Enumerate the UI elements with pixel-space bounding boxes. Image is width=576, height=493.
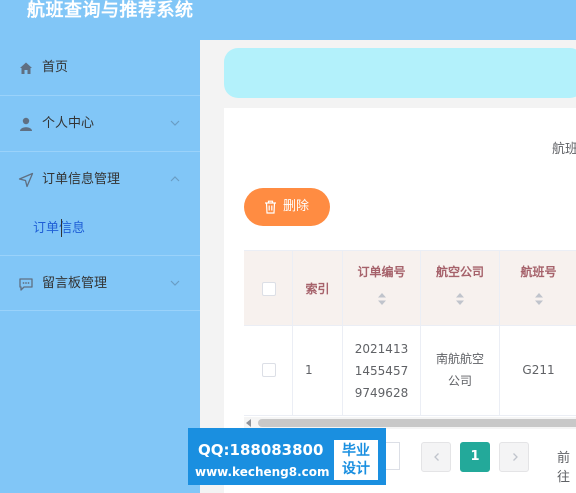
sidebar-item-label: 个人中心 [42,116,95,131]
search-field-label: 航班 [552,142,576,157]
header-label: 索引 [305,282,330,296]
cell-text: 1 [305,363,313,377]
delete-button[interactable]: 删除 [244,188,330,226]
cell-flight-no: G211 [500,326,576,415]
breadcrumb-bar [224,48,576,98]
cell-text: 2021413 [354,342,409,356]
orders-table: 索引 订单编号 航空公司 航班号 1 2021413 1455457 97496… [244,250,576,430]
text-cursor [61,219,62,237]
trash-icon [265,200,276,214]
header-order-no[interactable]: 订单编号 [343,251,421,325]
delete-button-label: 删除 [283,199,310,214]
sidebar-subitem-order-info[interactable]: 订单信息 [0,205,200,255]
prev-page-button[interactable] [421,442,451,472]
sidebar-item-message-board[interactable]: 留言板管理 [0,255,200,311]
watermark-badge: 毕业 设计 [334,440,378,480]
sidebar-item-label: 留言板管理 [42,276,108,291]
cell-index: 1 [293,326,343,415]
scrollbar-thumb[interactable] [258,419,576,427]
header-airline[interactable]: 航空公司 [421,251,500,325]
sidebar-item-personal-center[interactable]: 个人中心 [0,96,200,152]
sort-icon[interactable] [534,293,543,305]
cell-text: 9749628 [354,386,409,400]
cell-text: 1455457 [354,364,409,378]
page-number-button[interactable]: 1 [460,442,490,472]
header-select-cell [244,251,293,325]
goto-page-label: 前往 [557,451,571,485]
chevron-down-icon [170,280,180,286]
next-page-button[interactable] [499,442,529,472]
watermark-badge-line: 毕业 [342,443,370,459]
sidebar-item-label: 订单信息管理 [42,172,121,187]
message-icon [19,278,33,291]
cell-text: 公司 [447,374,472,388]
cell-text: G211 [522,363,555,377]
cell-airline: 南航航空 公司 [421,326,500,415]
sidebar-item-label: 首页 [42,60,69,75]
chevron-down-icon [170,120,180,126]
sort-icon[interactable] [456,293,464,305]
header-index[interactable]: 索引 [293,251,343,325]
home-icon [20,62,32,74]
cell-text: 南航航空 [435,352,484,366]
select-all-checkbox[interactable] [262,282,276,296]
watermark-site: www.kecheng8.com [195,465,330,479]
header-label: 航空公司 [435,265,484,279]
row-select-cell [244,326,293,415]
chevron-up-icon [170,176,180,182]
scroll-left-arrow[interactable] [246,419,251,427]
main-area: 航班 删除 索引 订单编号 航空公司 航班号 1 2021413 1455457… [200,40,576,493]
row-checkbox[interactable] [262,363,276,377]
watermark-overlay: QQ:188083800 www.kecheng8.com 毕业 设计 [188,428,386,485]
chevron-right-icon [513,453,518,461]
cell-order-no: 2021413 1455457 9749628 [343,326,421,415]
sidebar-subitem-label: 订单信息 [33,221,86,236]
user-icon [20,117,32,131]
navigation-icon [18,172,34,188]
header-label: 航班号 [520,265,557,279]
sidebar-item-order-management[interactable]: 订单信息管理 [0,152,200,208]
app-title: 航班查询与推荐系统 [27,0,194,21]
sidebar: 首页 个人中心 订单信息管理 订单信息 留言板管理 [0,40,200,493]
watermark-qq: QQ:188083800 [198,441,324,459]
header-flight-no[interactable]: 航班号 [500,251,576,325]
header-label: 订单编号 [357,265,406,279]
sidebar-item-home[interactable]: 首页 [0,40,200,96]
table-header: 索引 订单编号 航空公司 航班号 [244,250,576,326]
top-header: 航班查询与推荐系统 [0,0,576,40]
watermark-badge-line: 设计 [342,461,370,477]
chevron-left-icon [434,453,439,461]
table-row[interactable]: 1 2021413 1455457 9749628 南航航空 公司 G211 [244,326,576,416]
sort-icon[interactable] [377,293,386,305]
